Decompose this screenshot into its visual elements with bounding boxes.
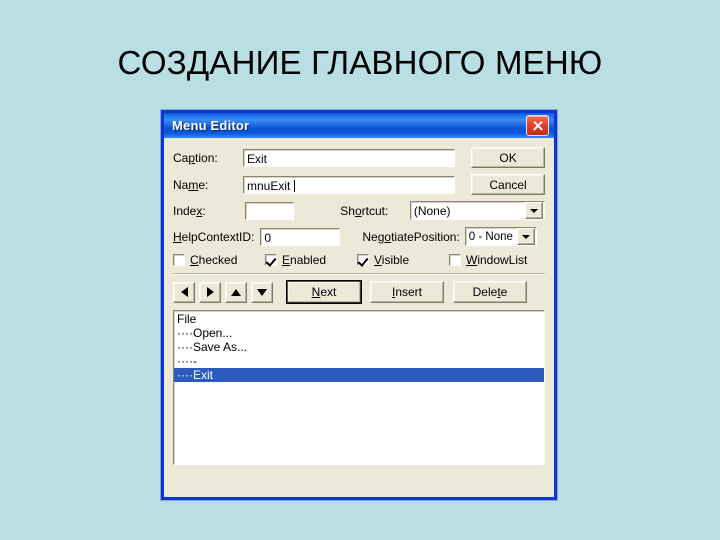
- list-item[interactable]: ····Open...: [174, 326, 544, 340]
- checkbox-checked[interactable]: Checked: [173, 253, 265, 267]
- chevron-down-icon[interactable]: [516, 228, 535, 245]
- next-button-label: Next: [311, 285, 337, 299]
- name-input[interactable]: mnuExit: [242, 175, 456, 194]
- ok-button[interactable]: OK: [471, 147, 545, 168]
- checkbox-windowlist-label: WindowList: [466, 253, 528, 267]
- shortcut-select[interactable]: (None): [409, 201, 545, 220]
- helpcontextid-label: HelpContextID:: [173, 229, 255, 244]
- move-left-button[interactable]: [173, 281, 195, 303]
- shortcut-label: Shortcut:: [340, 203, 389, 218]
- checkbox-enabled-box[interactable]: [265, 254, 277, 266]
- list-item[interactable]: File: [174, 312, 544, 326]
- name-label: Name:: [173, 177, 209, 192]
- checkbox-visible[interactable]: Visible: [357, 253, 449, 267]
- caption-label: Caption:: [173, 150, 218, 165]
- checkbox-checked-box[interactable]: [173, 254, 185, 266]
- checkbox-visible-label: Visible: [374, 253, 410, 267]
- page-title: СОЗДАНИЕ ГЛАВНОГО МЕНЮ: [117, 44, 603, 81]
- caption-input[interactable]: Exit: [242, 148, 456, 167]
- checkbox-windowlist[interactable]: WindowList: [449, 253, 527, 267]
- arrow-up-icon: [231, 288, 241, 296]
- checkbox-windowlist-box[interactable]: [449, 254, 461, 266]
- move-down-button[interactable]: [251, 281, 273, 303]
- arrow-down-icon: [257, 288, 267, 296]
- index-input[interactable]: [244, 201, 295, 220]
- move-right-button[interactable]: [199, 281, 221, 303]
- checkbox-checked-label: Checked: [190, 253, 238, 267]
- dialog-title-bar[interactable]: Menu Editor: [164, 110, 554, 138]
- cancel-button[interactable]: Cancel: [471, 174, 545, 195]
- name-input-value: mnuExit: [246, 178, 291, 193]
- negotiateposition-select[interactable]: 0 - None: [464, 227, 537, 246]
- list-item[interactable]: ····Exit: [174, 368, 544, 382]
- delete-button[interactable]: Delete: [453, 281, 527, 303]
- arrow-left-icon: [180, 287, 188, 297]
- next-button[interactable]: Next: [287, 281, 361, 303]
- negotiateposition-label: NegotiatePosition:: [362, 229, 460, 244]
- list-item[interactable]: ····Save As...: [174, 340, 544, 354]
- caption-input-value: Exit: [246, 151, 267, 166]
- chevron-down-icon[interactable]: [525, 202, 543, 219]
- divider: [173, 273, 545, 275]
- checkbox-visible-box[interactable]: [357, 254, 369, 266]
- helpcontextid-input[interactable]: 0: [260, 227, 341, 246]
- arrow-right-icon: [206, 287, 214, 297]
- dialog-title: Menu Editor: [172, 118, 250, 133]
- checkbox-enabled[interactable]: Enabled: [265, 253, 357, 267]
- helpcontextid-input-value: 0: [264, 230, 272, 245]
- ok-button-label: OK: [499, 150, 517, 165]
- cancel-button-label: Cancel: [489, 177, 527, 192]
- menu-list[interactable]: File ····Open... ····Save As... ····- ····Ex…: [173, 310, 545, 465]
- insert-button-label: Insert: [391, 285, 423, 299]
- delete-button-label: Delete: [472, 285, 508, 299]
- list-item[interactable]: ····-: [174, 354, 544, 368]
- checkbox-enabled-label: Enabled: [282, 253, 327, 267]
- shortcut-select-value: (None): [413, 203, 451, 218]
- index-label: Index:: [173, 203, 206, 218]
- close-icon[interactable]: [526, 115, 549, 136]
- insert-button[interactable]: Insert: [370, 281, 444, 303]
- menu-editor-dialog: Menu Editor Caption: Exit OK Name: mnuEx…: [161, 110, 557, 500]
- dialog-body: Caption: Exit OK Name: mnuExit Cancel In…: [164, 138, 554, 500]
- move-up-button[interactable]: [225, 281, 247, 303]
- negotiateposition-select-value: 0 - None: [468, 230, 513, 243]
